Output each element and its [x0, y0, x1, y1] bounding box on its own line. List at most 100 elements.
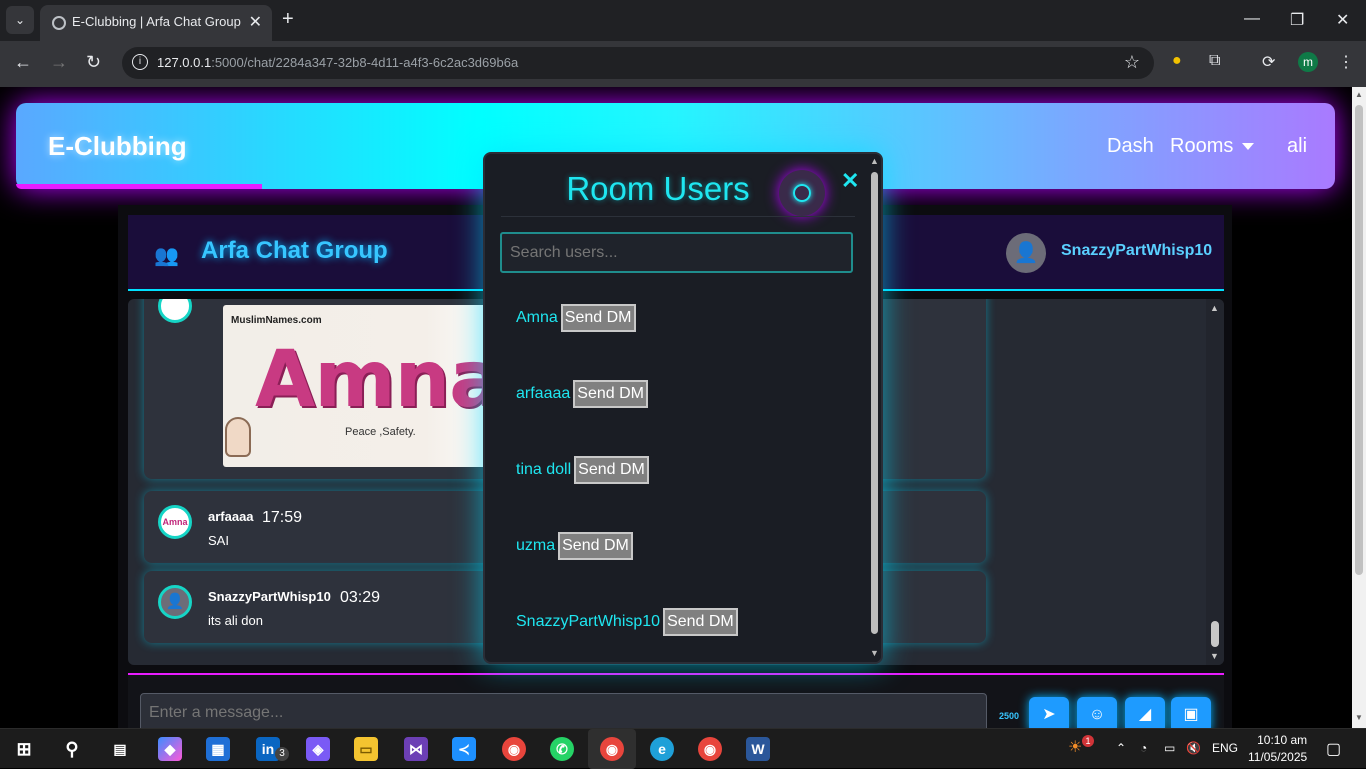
address-bar[interactable]: i 127.0.0.1:5000/chat/2284a347-32b8-4d11… — [122, 47, 1154, 79]
battery-icon[interactable]: ▭ — [1164, 741, 1175, 755]
close-icon[interactable]: ✕ — [841, 168, 859, 194]
weather-icon[interactable]: ☀ — [1068, 737, 1082, 757]
volume-muted-icon[interactable]: 🔇 — [1186, 741, 1201, 755]
extensions-icon[interactable]: ⧉ — [1209, 52, 1220, 70]
message-time: 03:29 — [340, 589, 381, 606]
chrome-alt-icon[interactable]: ◉ — [698, 737, 722, 761]
image-word: Amna — [255, 335, 502, 425]
reload-icon[interactable]: ↻ — [86, 52, 101, 73]
scroll-down-arrow-icon[interactable]: ▼ — [870, 648, 879, 658]
show-hidden-icons-chevron-icon[interactable]: ⌃ — [1116, 741, 1126, 755]
tab-title: E-Clubbing | Arfa Chat Group — [72, 14, 241, 29]
nav-link-rooms[interactable]: Rooms — [1170, 135, 1233, 158]
close-tab-icon[interactable]: ✕ — [249, 12, 262, 32]
word-icon[interactable]: W — [746, 737, 770, 761]
sync-icon[interactable]: ⟳ — [1262, 52, 1275, 72]
send-dm-button[interactable]: Send DM — [558, 532, 633, 560]
modal-scrollbar[interactable]: ▲ ▼ — [868, 154, 881, 662]
performance-icon[interactable]: ● — [1172, 52, 1182, 70]
clock-time: 10:10 am — [1257, 733, 1308, 747]
scrollbar-thumb[interactable] — [871, 172, 878, 634]
send-dm-button[interactable]: Send DM — [573, 380, 648, 408]
user-name[interactable]: arfaaaa — [516, 385, 570, 402]
forward-icon[interactable]: → — [50, 52, 68, 73]
char-count: 2500 — [999, 711, 1020, 721]
file-explorer-icon[interactable]: ▭ — [354, 737, 378, 761]
group-users-icon: 👥 — [154, 245, 179, 267]
menu-kebab-icon[interactable]: ⋮ — [1338, 52, 1354, 72]
message-input[interactable] — [140, 693, 987, 728]
page-scrollbar[interactable]: ▲ ▼ — [1352, 87, 1366, 728]
message-composer: 2500 ➤ ☺ ◢ ▣ — [128, 673, 1224, 728]
task-view-icon[interactable]: ▤ — [108, 737, 132, 761]
scrollbar-thumb[interactable] — [1355, 105, 1363, 575]
whatsapp-icon[interactable]: ✆ — [550, 737, 574, 761]
user-name[interactable]: SnazzyPartWhisp10 — [516, 613, 660, 630]
scroll-up-arrow-icon[interactable]: ▲ — [1210, 303, 1219, 313]
message-username: SnazzyPartWhisp10 — [208, 589, 331, 604]
vscode-icon[interactable]: ≺ — [452, 737, 476, 761]
list-item: tina doll Send DM — [516, 456, 649, 484]
send-dm-button[interactable]: Send DM — [663, 608, 738, 636]
search-icon[interactable]: ⚲ — [60, 737, 84, 761]
send-icon[interactable]: ➤ — [1029, 697, 1069, 728]
current-user-avatar: 👤 — [1006, 233, 1046, 273]
notifications-icon[interactable]: ▢ — [1326, 739, 1341, 759]
image-upload-icon[interactable]: ▣ — [1171, 697, 1211, 728]
send-dm-button[interactable]: Send DM — [574, 456, 649, 484]
amna-name-image[interactable]: MuslimNames.com Amna Peace ,Safety. — [223, 305, 513, 467]
scroll-up-arrow-icon[interactable]: ▲ — [1355, 90, 1363, 99]
clock-date: 11/05/2025 — [1248, 750, 1308, 764]
rooms-dropdown-caret-icon[interactable] — [1242, 143, 1254, 150]
search-users-input[interactable] — [500, 232, 853, 273]
scroll-down-arrow-icon[interactable]: ▼ — [1355, 713, 1363, 722]
user-name[interactable]: uzma — [516, 537, 555, 554]
group-name: Arfa Chat Group — [201, 237, 388, 264]
gif-icon[interactable]: ◢ — [1125, 697, 1165, 728]
profile-avatar[interactable]: m — [1298, 52, 1318, 72]
system-clock[interactable]: 10:10 am 11/05/2025 — [1248, 732, 1307, 766]
new-tab-icon[interactable]: + — [282, 8, 294, 31]
chrome-icon[interactable]: ◉ — [502, 737, 526, 761]
windows-start-icon[interactable]: ⊞ — [12, 737, 36, 761]
linkedin-badge: 3 — [275, 747, 289, 761]
brand-logo[interactable]: E-Clubbing — [48, 131, 187, 162]
bookmark-star-icon[interactable]: ☆ — [1124, 52, 1140, 73]
minimize-icon[interactable]: — — [1244, 10, 1260, 28]
list-item: uzma Send DM — [516, 532, 633, 560]
wifi-icon[interactable]: ◔ — [1140, 741, 1147, 755]
scrollbar-thumb[interactable] — [1211, 621, 1219, 647]
browser-tab-active[interactable]: E-Clubbing | Arfa Chat Group ✕ — [40, 5, 272, 41]
window-close-icon[interactable]: ✕ — [1336, 10, 1349, 30]
divider — [501, 216, 855, 217]
room-users-modal: Room Users ✕ AmnaSend DM arfaaaaSend DM … — [483, 152, 883, 664]
cartoon-girl-icon — [225, 417, 251, 457]
avatar: Amna — [158, 505, 192, 539]
user-name[interactable]: tina doll — [516, 461, 571, 478]
message-username: arfaaaa — [208, 509, 254, 524]
nav-user[interactable]: ali — [1287, 135, 1307, 158]
restore-icon[interactable]: ❐ — [1290, 10, 1304, 30]
send-dm-button[interactable]: Send DM — [560, 304, 636, 332]
visual-studio-icon[interactable]: ⋈ — [404, 737, 428, 761]
message-text: its ali don — [208, 613, 263, 628]
user-name[interactable]: Amna — [516, 309, 558, 326]
scroll-up-arrow-icon[interactable]: ▲ — [870, 156, 879, 166]
back-icon[interactable]: ← — [14, 52, 32, 73]
chrome-profile-icon[interactable]: ◉ — [600, 737, 624, 761]
globe-icon — [52, 16, 66, 30]
weather-badge: 1 — [1082, 735, 1094, 747]
list-item: arfaaaa Send DM — [516, 380, 648, 408]
scroll-down-arrow-icon[interactable]: ▼ — [1210, 651, 1219, 661]
store-icon[interactable]: ▦ — [206, 737, 230, 761]
git-icon[interactable]: ◈ — [306, 737, 330, 761]
nav-link-dash[interactable]: Dash — [1107, 135, 1154, 158]
tab-list-chevron-icon[interactable]: ⌄ — [6, 6, 34, 34]
emoji-icon[interactable]: ☺ — [1077, 697, 1117, 728]
edge-icon[interactable]: e — [650, 737, 674, 761]
message-scrollbar[interactable]: ▲ ▼ — [1206, 299, 1224, 665]
windows-taskbar: ⊞ ⚲ ▤ ◆ ▦ in 3 ◈ ▭ ⋈ ≺ ◉ ✆ ◉ e ◉ W ☀ 1 ⌃… — [0, 728, 1366, 769]
language-indicator[interactable]: ENG — [1212, 741, 1238, 755]
copilot-icon[interactable]: ◆ — [158, 737, 182, 761]
site-info-icon[interactable]: i — [132, 54, 148, 70]
